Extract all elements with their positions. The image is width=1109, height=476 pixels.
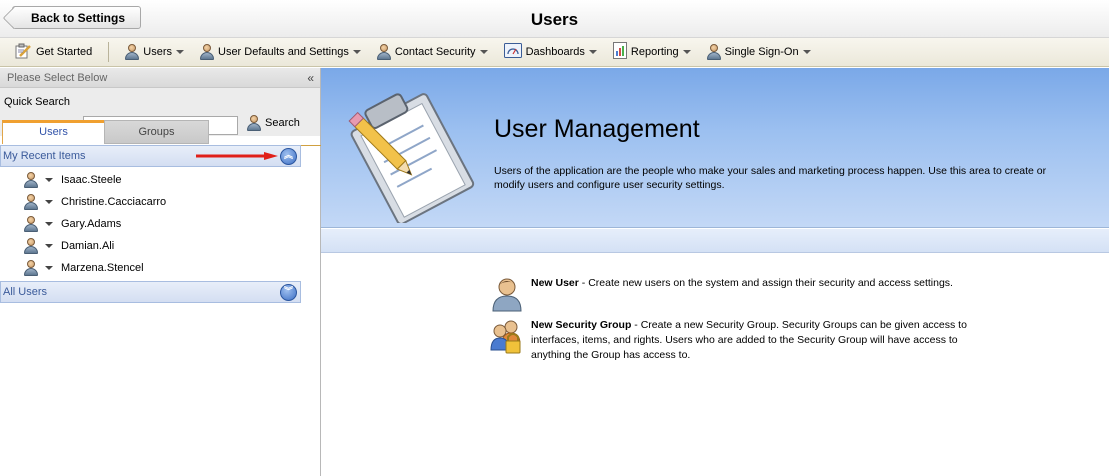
get-started-icon bbox=[14, 43, 32, 62]
new-security-group-link[interactable]: New Security Group bbox=[531, 319, 631, 331]
reporting-icon bbox=[612, 42, 627, 62]
left-panel-header: Please Select Below « bbox=[0, 68, 320, 88]
toolbar-item-label: Get Started bbox=[36, 46, 93, 58]
clipboard-pencil-icon bbox=[348, 93, 475, 223]
main-content: User Management Users of the application… bbox=[321, 68, 1109, 476]
panel-tabs: Users Groups bbox=[0, 120, 321, 144]
chevron-down-icon bbox=[588, 50, 597, 54]
user-icon bbox=[24, 194, 38, 210]
chevron-down-icon[interactable] bbox=[45, 200, 53, 204]
sso-icon bbox=[706, 44, 721, 60]
toolbar-user-defaults-menu[interactable]: User Defaults and Settings bbox=[194, 41, 367, 63]
user-icon bbox=[125, 44, 140, 60]
toolbar-get-started[interactable]: Get Started bbox=[8, 41, 98, 63]
user-icon bbox=[24, 172, 38, 188]
user-settings-icon bbox=[200, 44, 214, 60]
title-bar: Back to Settings Users bbox=[0, 0, 1109, 38]
recent-item-name[interactable]: Marzena.Stencel bbox=[61, 262, 144, 274]
chevron-down-icon[interactable] bbox=[45, 266, 53, 270]
section-title: All Users bbox=[3, 286, 48, 298]
left-panel-header-label: Please Select Below bbox=[7, 71, 108, 84]
chevron-down-icon[interactable] bbox=[45, 178, 53, 182]
toolbar-contact-security-menu[interactable]: Contact Security bbox=[371, 41, 494, 63]
annotation-arrow bbox=[196, 152, 278, 160]
recent-item-name[interactable]: Isaac.Steele bbox=[61, 174, 122, 186]
collapse-panel-icon[interactable]: « bbox=[307, 71, 314, 85]
toolbar-item-label: Dashboards bbox=[525, 46, 585, 58]
section-heading: User Management bbox=[494, 115, 700, 143]
recent-item-name[interactable]: Christine.Cacciacarro bbox=[61, 196, 166, 208]
toolbar-divider bbox=[108, 42, 110, 62]
user-icon bbox=[24, 260, 38, 276]
new-user-link[interactable]: New User bbox=[531, 277, 579, 289]
new-user-description: New User - Create new users on the syste… bbox=[531, 276, 991, 312]
all-users-header[interactable]: All Users ︾ bbox=[0, 281, 301, 303]
toolbar-sso-menu[interactable]: Single Sign-On bbox=[701, 41, 817, 63]
security-group-icon[interactable] bbox=[489, 318, 525, 354]
toolbar: Get Started Users User Defaults and Sett… bbox=[0, 38, 1109, 67]
list-item[interactable]: Christine.Cacciacarro bbox=[0, 191, 321, 213]
sub-header-band bbox=[321, 229, 1109, 253]
section-description: Users of the application are the people … bbox=[494, 165, 1047, 191]
chevron-down-icon bbox=[176, 50, 184, 54]
new-security-group-description: New Security Group - Create a new Securi… bbox=[531, 318, 991, 363]
list-item[interactable]: Gary.Adams bbox=[0, 213, 321, 235]
recent-item-name[interactable]: Gary.Adams bbox=[61, 218, 121, 230]
toolbar-users-menu[interactable]: Users bbox=[119, 41, 190, 63]
list-item[interactable]: Damian.Ali bbox=[0, 235, 321, 257]
chevron-down-icon bbox=[479, 50, 488, 54]
left-panel: Please Select Below « Quick Search Searc… bbox=[0, 68, 321, 476]
recent-item-name[interactable]: Damian.Ali bbox=[61, 240, 114, 252]
chevron-down-icon[interactable] bbox=[45, 222, 53, 226]
toolbar-item-label: Users bbox=[143, 46, 172, 58]
toolbar-item-label: Single Sign-On bbox=[724, 46, 799, 58]
action-text: - Create new users on the system and ass… bbox=[578, 277, 953, 289]
header-banner: User Management Users of the application… bbox=[321, 68, 1109, 228]
new-user-icon[interactable] bbox=[489, 276, 525, 312]
tab-groups[interactable]: Groups bbox=[104, 120, 209, 144]
toolbar-item-label: Reporting bbox=[630, 46, 679, 58]
toolbar-reporting-menu[interactable]: Reporting bbox=[607, 41, 697, 63]
dashboard-icon bbox=[503, 43, 522, 61]
chevron-down-icon[interactable] bbox=[45, 244, 53, 248]
user-icon bbox=[24, 238, 38, 254]
tab-users[interactable]: Users bbox=[2, 120, 105, 144]
recent-items-list: Isaac.Steele Christine.Cacciacarro Gary.… bbox=[0, 169, 321, 279]
toolbar-item-label: User Defaults and Settings bbox=[218, 46, 349, 58]
toolbar-item-label: Contact Security bbox=[394, 46, 476, 58]
new-user-action: New User - Create new users on the syste… bbox=[489, 276, 991, 312]
new-security-group-action: New Security Group - Create a new Securi… bbox=[489, 318, 991, 363]
user-icon bbox=[24, 216, 38, 232]
page-title: Users bbox=[530, 10, 579, 29]
chevron-down-icon bbox=[352, 50, 361, 54]
expand-down-icon[interactable]: ︾ bbox=[280, 284, 297, 301]
toolbar-dashboards-menu[interactable]: Dashboards bbox=[498, 41, 603, 63]
quick-search-label: Quick Search bbox=[4, 96, 71, 108]
list-item[interactable]: Marzena.Stencel bbox=[0, 257, 321, 279]
list-item[interactable]: Isaac.Steele bbox=[0, 169, 321, 191]
chevron-down-icon bbox=[802, 50, 811, 54]
section-title: My Recent Items bbox=[3, 150, 86, 162]
collapse-up-icon[interactable]: ︽ bbox=[280, 148, 297, 165]
contact-security-icon bbox=[376, 44, 391, 60]
chevron-down-icon bbox=[682, 50, 691, 54]
